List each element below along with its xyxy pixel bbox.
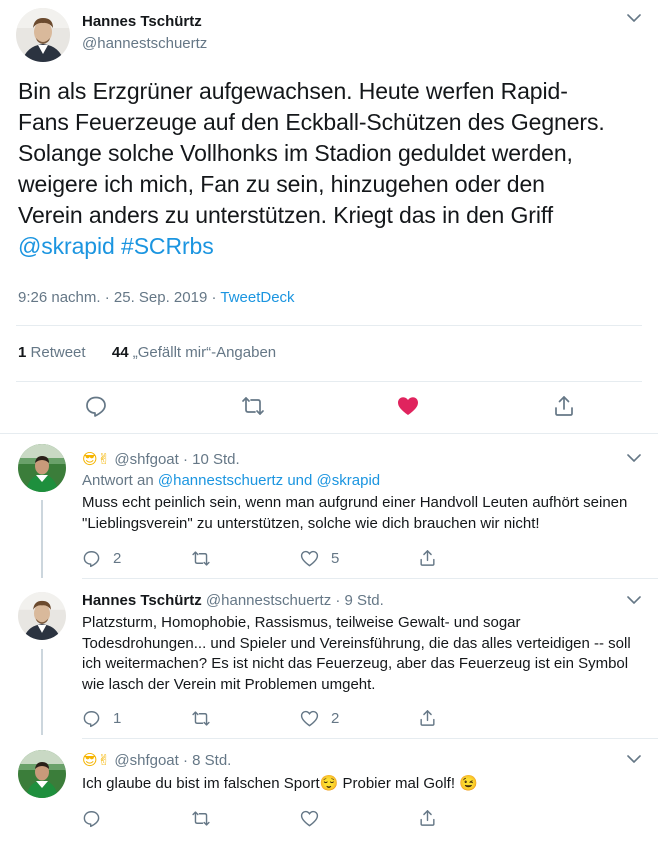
reply-author-name[interactable]: Hannes Tschürtz <box>82 592 202 609</box>
reply-to-prefix: Antwort an <box>82 472 158 489</box>
reply-text: Platzsturm, Homophobie, Rassismus, teilw… <box>82 614 631 693</box>
share-icon[interactable] <box>552 394 576 418</box>
retweet-icon <box>192 810 210 826</box>
tweet-stats: 1 Retweet 44 „Gefällt mir“-Angaben <box>18 344 276 361</box>
retweet-action[interactable] <box>191 808 223 828</box>
chevron-down-icon[interactable] <box>626 594 642 606</box>
tweet-meta: 9:26 nachm. · 25. Sep. 2019 · TweetDeck <box>18 289 295 306</box>
tweet-text-line: Fans Feuerzeuge auf den Eckball-Schützen… <box>18 109 605 135</box>
hashtag-link[interactable]: #SCRrbs <box>121 233 214 259</box>
timestamp[interactable]: 9:26 nachm. · 25. Sep. 2019 · <box>18 289 220 306</box>
reply-avatar[interactable] <box>18 750 66 798</box>
reply-author-handle[interactable]: @hannestschuertz <box>206 592 331 609</box>
retweet-label[interactable]: Retweet <box>31 344 86 361</box>
chevron-down-icon[interactable] <box>626 452 642 464</box>
divider <box>82 738 658 739</box>
reply-icon <box>83 710 100 727</box>
reply-icon <box>83 810 100 827</box>
heart-icon <box>300 810 319 827</box>
display-name-emoji[interactable]: 😎✌ <box>82 450 110 468</box>
author-handle[interactable]: @hannestschuertz <box>82 35 207 52</box>
divider <box>82 578 658 579</box>
author-name[interactable]: Hannes Tschürtz <box>82 13 202 30</box>
mention-link[interactable]: @skrapid <box>18 233 115 259</box>
reply-avatar[interactable] <box>18 592 66 640</box>
like-action[interactable]: 5 <box>300 548 339 568</box>
reply-action[interactable]: 2 <box>82 548 121 568</box>
retweet-action[interactable] <box>191 708 223 728</box>
reply-icon <box>83 550 100 567</box>
like-count: 5 <box>331 549 340 567</box>
tweet-text-line: Solange solche Vollhonks im Stadion gedu… <box>18 140 573 166</box>
reply-time[interactable]: · 8 Std. <box>179 752 231 769</box>
retweet-count[interactable]: 1 <box>18 344 26 361</box>
reply-to-links[interactable]: @hannestschuertz und @skrapid <box>158 472 380 489</box>
reply-tweet[interactable]: 😎✌ @shfgoat · 8 Std. Ich glaube du bist … <box>0 738 658 848</box>
tweet-text: Bin als Erzgrüner aufgewachsen. Heute we… <box>18 76 643 262</box>
like-count: 2 <box>331 709 340 727</box>
reply-author-handle[interactable]: @shfgoat <box>114 451 178 468</box>
reply-time[interactable]: · 9 Std. <box>331 592 383 609</box>
reply-icon[interactable] <box>84 394 108 418</box>
reply-action[interactable] <box>82 808 113 828</box>
divider <box>16 381 642 382</box>
like-count[interactable]: 44 <box>112 344 129 361</box>
tweet-text-line: Verein anders zu unterstützen. Kriegt da… <box>18 202 553 228</box>
share-icon[interactable] <box>418 548 437 568</box>
share-icon[interactable] <box>418 808 437 828</box>
reply-count: 1 <box>113 709 122 727</box>
retweet-icon[interactable] <box>241 394 265 418</box>
like-label[interactable]: „Gefällt mir“-Angaben <box>133 344 276 361</box>
reply-header: Hannes Tschürtz @hannestschuertz · 9 Std… <box>82 592 384 609</box>
reply-action[interactable]: 1 <box>82 708 121 728</box>
heart-icon <box>300 550 319 567</box>
share-icon[interactable] <box>418 708 437 728</box>
tweet-text-line: Bin als Erzgrüner aufgewachsen. Heute we… <box>18 78 568 104</box>
reply-header: 😎✌ @shfgoat · 10 Std. <box>82 450 240 468</box>
display-name-emoji[interactable]: 😎✌ <box>82 751 110 769</box>
reply-tweet[interactable]: 😎✌ @shfgoat · 10 Std. Antwort an @hannes… <box>0 434 658 578</box>
heart-icon <box>300 710 319 727</box>
tweet-text-line: weigere ich mich, Fan zu sein, hinzugehe… <box>18 171 545 197</box>
reply-tweet[interactable]: Hannes Tschürtz @hannestschuertz · 9 Std… <box>0 578 658 738</box>
divider <box>16 325 642 326</box>
reply-header: 😎✌ @shfgoat · 8 Std. <box>82 751 231 769</box>
retweet-action[interactable] <box>191 548 223 568</box>
retweet-icon <box>192 710 210 726</box>
chevron-down-icon[interactable] <box>626 12 642 24</box>
reply-time[interactable]: · 10 Std. <box>179 451 240 468</box>
chevron-down-icon[interactable] <box>626 753 642 765</box>
source-link[interactable]: TweetDeck <box>220 289 294 306</box>
retweet-icon <box>192 550 210 566</box>
reply-text: Ich glaube du bist im falschen Sport😌 Pr… <box>82 775 478 792</box>
like-action[interactable] <box>300 808 331 828</box>
reply-to-line: Antwort an @hannestschuertz und @skrapid <box>82 472 380 489</box>
like-action[interactable]: 2 <box>300 708 339 728</box>
reply-count: 2 <box>113 549 122 567</box>
heart-filled-icon[interactable] <box>396 394 420 418</box>
author-avatar[interactable] <box>16 8 70 62</box>
reply-text: Muss echt peinlich sein, wenn man aufgru… <box>82 494 628 532</box>
reply-avatar[interactable] <box>18 444 66 492</box>
reply-author-handle[interactable]: @shfgoat <box>114 752 178 769</box>
